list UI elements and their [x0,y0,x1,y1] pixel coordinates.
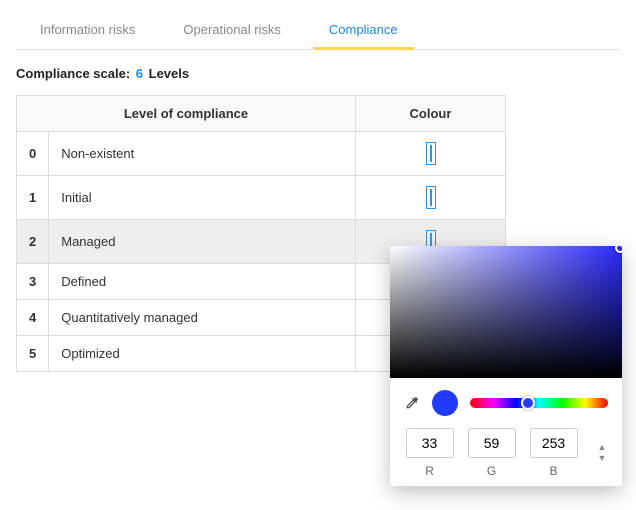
g-input[interactable] [468,428,516,458]
saturation-value-area[interactable] [390,246,622,378]
row-name: Non-existent [49,132,356,176]
row-name: Quantitatively managed [49,300,356,336]
b-label: B [530,464,578,478]
tabs: Information risks Operational risks Comp… [16,12,620,50]
row-index: 0 [17,132,49,176]
row-name: Defined [49,264,356,300]
colour-cell[interactable] [356,176,506,220]
row-index: 4 [17,300,49,336]
chevron-up-icon: ▲ [598,443,607,452]
table-row[interactable]: 1 Initial [17,176,506,220]
row-name: Initial [49,176,356,220]
sv-cursor[interactable] [615,246,622,253]
colour-cell[interactable] [356,132,506,176]
col-colour-header: Colour [356,96,506,132]
scale-count[interactable]: 6 [136,66,143,81]
colour-swatch[interactable] [430,189,432,206]
row-index: 1 [17,176,49,220]
hue-cursor[interactable] [521,396,535,410]
row-index: 2 [17,220,49,264]
colour-swatch[interactable] [430,145,432,162]
colour-picker: R G B ▲ ▼ [390,246,622,486]
r-input[interactable] [406,428,454,458]
chevron-down-icon: ▼ [598,454,607,463]
hue-slider[interactable] [470,398,608,408]
tab-operational-risks[interactable]: Operational risks [159,12,305,49]
scale-label: Compliance scale: [16,66,130,81]
row-name: Optimized [49,336,356,372]
row-name: Managed [49,220,356,264]
row-index: 3 [17,264,49,300]
tab-compliance[interactable]: Compliance [305,12,422,49]
colour-mode-toggle[interactable]: ▲ ▼ [598,428,607,478]
row-index: 5 [17,336,49,372]
colour-preview [432,390,458,416]
table-row[interactable]: 0 Non-existent [17,132,506,176]
scale-unit: Levels [149,66,189,81]
eyedropper-icon[interactable] [404,395,420,411]
g-label: G [468,464,516,478]
b-input[interactable] [530,428,578,458]
r-label: R [406,464,454,478]
compliance-scale: Compliance scale: 6 Levels [16,66,620,81]
col-level-header: Level of compliance [17,96,356,132]
tab-information-risks[interactable]: Information risks [16,12,159,49]
